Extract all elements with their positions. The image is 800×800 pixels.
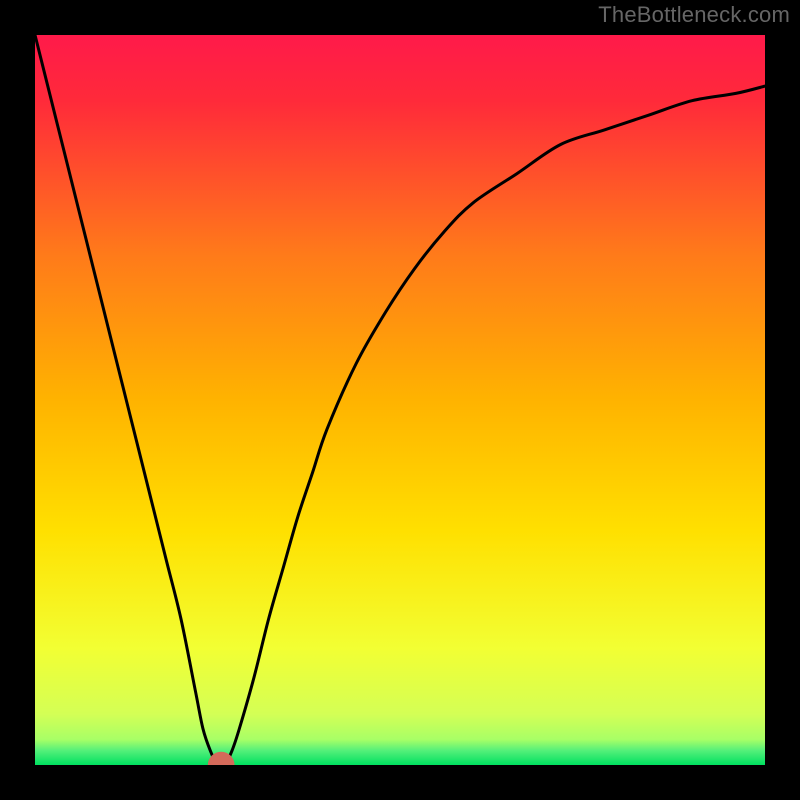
chart-svg <box>35 35 765 765</box>
gradient-background <box>35 35 765 765</box>
plot-area <box>35 35 765 765</box>
chart-container: TheBottleneck.com <box>0 0 800 800</box>
watermark-label: TheBottleneck.com <box>598 2 790 28</box>
